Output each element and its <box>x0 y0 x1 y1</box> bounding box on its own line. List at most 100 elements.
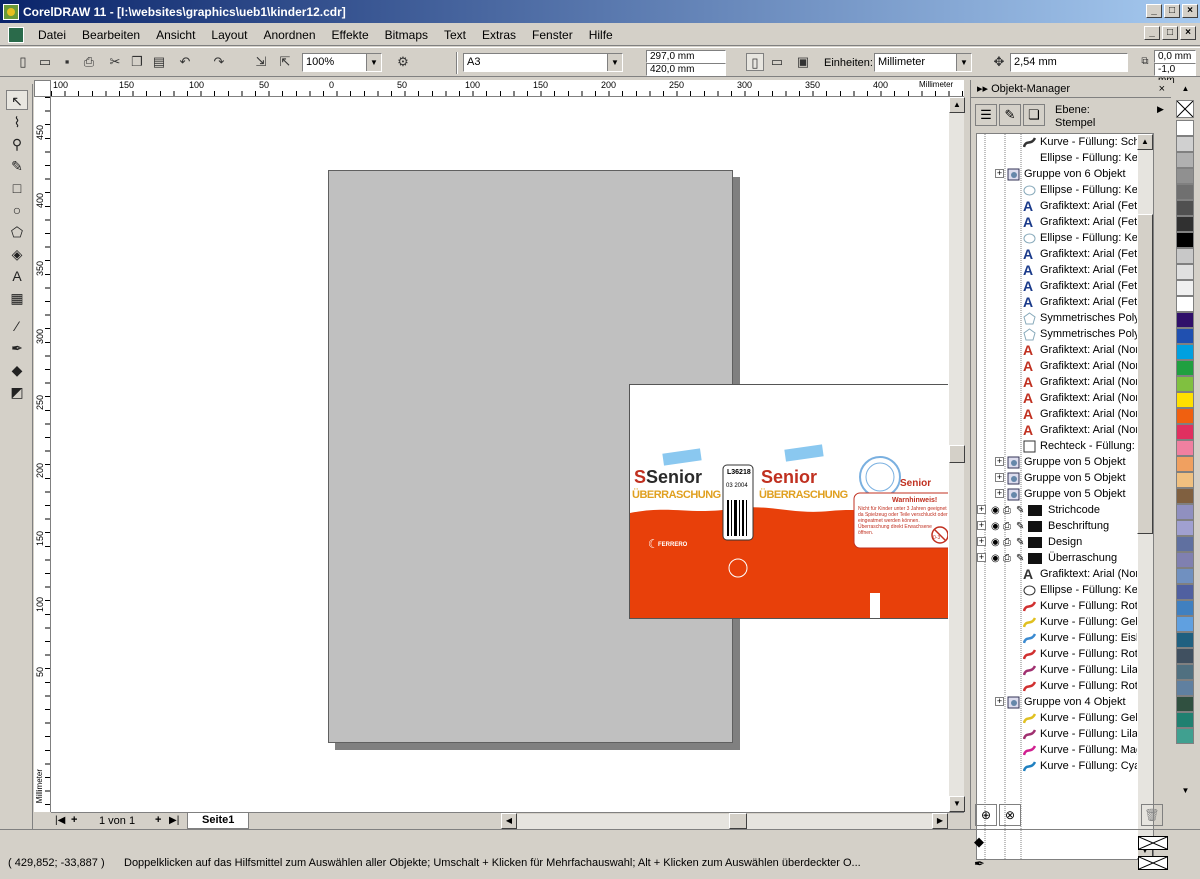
delete-icon[interactable]: 🗑 <box>1141 804 1163 826</box>
chevron-down-icon[interactable]: ▼ <box>366 54 381 71</box>
menu-fenster[interactable]: Fenster <box>524 28 581 42</box>
menu-effekte[interactable]: Effekte <box>324 28 377 42</box>
doc-restore-button[interactable]: □ <box>1162 26 1178 40</box>
close-button[interactable]: × <box>1182 4 1198 18</box>
eye-icon[interactable]: ◉ <box>991 503 1003 519</box>
copy-icon[interactable]: ❐ <box>128 53 146 71</box>
scroll-down-icon[interactable]: ▼ <box>949 796 965 812</box>
palette-swatch[interactable] <box>1176 408 1194 424</box>
last-page-icon[interactable]: ▶| <box>169 815 179 826</box>
coreldraw-app-icon[interactable] <box>3 3 19 20</box>
palette-swatch[interactable] <box>1176 344 1194 360</box>
printer-icon[interactable]: ⎙ <box>1003 519 1016 535</box>
page-height-field[interactable]: 297,0 mm <box>646 50 726 63</box>
new-master-layer-icon[interactable]: ⊗ <box>999 804 1021 826</box>
palette-swatch[interactable] <box>1176 136 1194 152</box>
nudge-field[interactable]: 2,54 mm <box>1010 53 1128 72</box>
freehand-tool-icon[interactable]: ✎ <box>6 156 28 176</box>
eye-icon[interactable]: ◉ <box>991 535 1003 551</box>
outline-none-swatch[interactable] <box>1138 856 1168 870</box>
import-icon[interactable]: ⇲ <box>252 53 270 71</box>
edit-across-layers-icon[interactable]: ✎ <box>999 104 1021 126</box>
palette-swatch[interactable] <box>1176 120 1194 136</box>
drawing-canvas[interactable]: ☾ SSenior ÜBERRASCHUNG Senior ÜBERRASCHU… <box>51 97 948 812</box>
palette-swatch[interactable] <box>1176 168 1194 184</box>
menu-bitmaps[interactable]: Bitmaps <box>377 28 436 42</box>
rectangle-tool-icon[interactable]: □ <box>6 178 28 198</box>
fill-none-swatch[interactable] <box>1138 836 1168 850</box>
new-layer-icon[interactable]: ⊕ <box>975 804 997 826</box>
menu-hilfe[interactable]: Hilfe <box>581 28 621 42</box>
outline-tool-icon[interactable]: ✒ <box>6 338 28 358</box>
menu-bearbeiten[interactable]: Bearbeiten <box>74 28 148 42</box>
palette-swatch[interactable] <box>1176 456 1194 472</box>
interactive-tool-icon[interactable]: ▦ <box>6 288 28 308</box>
minimize-button[interactable]: _ <box>1146 4 1162 18</box>
palette-swatch[interactable] <box>1176 424 1194 440</box>
expand-icon[interactable]: + <box>977 505 986 514</box>
ruler-origin[interactable] <box>34 80 51 97</box>
palette-swatch[interactable] <box>1176 616 1194 632</box>
paste-icon[interactable]: ▤ <box>150 53 168 71</box>
landscape-icon[interactable]: ▭ <box>768 53 786 71</box>
duplicate-x-field[interactable]: 0,0 mm <box>1154 50 1196 63</box>
tree-scroll-thumb[interactable] <box>1137 214 1153 534</box>
shape-tool-icon[interactable]: ⌇ <box>6 112 28 132</box>
expand-icon[interactable]: + <box>995 697 1004 706</box>
redo-icon[interactable]: ↷ <box>210 53 228 71</box>
zoom-tool-icon[interactable]: ⚲ <box>6 134 28 154</box>
paper-size-combo[interactable]: A3 ▼ <box>463 53 623 72</box>
docker-collapse-icon[interactable]: ▸▸ <box>977 83 991 95</box>
menu-text[interactable]: Text <box>436 28 474 42</box>
chevron-down-icon[interactable]: ▼ <box>607 54 622 71</box>
palette-swatch[interactable] <box>1176 520 1194 536</box>
portrait-icon[interactable]: ▯ <box>746 53 764 71</box>
vertical-scrollbar[interactable]: ▲ ▼ <box>948 97 965 812</box>
page-width-field[interactable]: 420,0 mm <box>646 63 726 76</box>
scroll-right-icon[interactable]: ▶ <box>932 813 948 829</box>
palette-swatch[interactable] <box>1176 648 1194 664</box>
palette-swatch[interactable] <box>1176 696 1194 712</box>
doc-close-button[interactable]: × <box>1180 26 1196 40</box>
maximize-button[interactable]: □ <box>1164 4 1180 18</box>
menu-datei[interactable]: Datei <box>30 28 74 42</box>
palette-swatch[interactable] <box>1176 296 1194 312</box>
menu-ansicht[interactable]: Ansicht <box>148 28 203 42</box>
horizontal-ruler[interactable]: 100 150 100 50 0 50 100 150 200 250 300 … <box>51 80 964 97</box>
add-page-after-icon[interactable]: + <box>155 814 161 826</box>
pencil-icon[interactable]: ✎ <box>1016 551 1028 567</box>
fill-tool-icon[interactable]: ◆ <box>6 360 28 380</box>
eyedropper-tool-icon[interactable]: ⁄ <box>6 316 28 336</box>
palette-swatch[interactable] <box>1176 600 1194 616</box>
duplicate-y-field[interactable]: -1,0 mm <box>1154 63 1196 86</box>
pencil-icon[interactable]: ✎ <box>1016 519 1028 535</box>
palette-swatch[interactable] <box>1176 184 1194 200</box>
horizontal-scroll-thumb[interactable] <box>729 813 747 829</box>
palette-swatch[interactable] <box>1176 712 1194 728</box>
tab-seite1[interactable]: Seite1 <box>187 813 250 829</box>
palette-swatch[interactable] <box>1176 536 1194 552</box>
tree-scroll-up-icon[interactable]: ▲ <box>1137 134 1153 150</box>
basic-shapes-tool-icon[interactable]: ◈ <box>6 244 28 264</box>
pencil-icon[interactable]: ✎ <box>1016 503 1028 519</box>
label-artwork[interactable]: ☾ SSenior ÜBERRASCHUNG Senior ÜBERRASCHU… <box>629 384 948 619</box>
expand-icon[interactable]: + <box>995 169 1004 178</box>
application-launcher-icon[interactable]: ⚙ <box>394 53 412 71</box>
printer-icon[interactable]: ⎙ <box>1003 503 1016 519</box>
palette-swatch[interactable] <box>1176 200 1194 216</box>
menu-extras[interactable]: Extras <box>474 28 524 42</box>
docker-close-icon[interactable]: × <box>1159 80 1165 98</box>
undo-icon[interactable]: ↶ <box>176 53 194 71</box>
docker-menu-icon[interactable]: ▶ <box>1157 104 1164 115</box>
eye-icon[interactable]: ◉ <box>991 519 1003 535</box>
chevron-down-icon[interactable]: ▼ <box>956 54 971 71</box>
palette-swatch[interactable] <box>1176 664 1194 680</box>
palette-swatch[interactable] <box>1176 680 1194 696</box>
open-icon[interactable]: ▭ <box>36 53 54 71</box>
polygon-tool-icon[interactable]: ⬠ <box>6 222 28 242</box>
palette-swatch[interactable] <box>1176 328 1194 344</box>
palette-swatch[interactable] <box>1176 280 1194 296</box>
object-tree[interactable]: Kurve - Füllung: Schw Ellipse - Füllung: … <box>976 133 1154 860</box>
zoom-combo[interactable]: 100% ▼ <box>302 53 382 72</box>
layer-manager-view-icon[interactable]: ❏ <box>1023 104 1045 126</box>
